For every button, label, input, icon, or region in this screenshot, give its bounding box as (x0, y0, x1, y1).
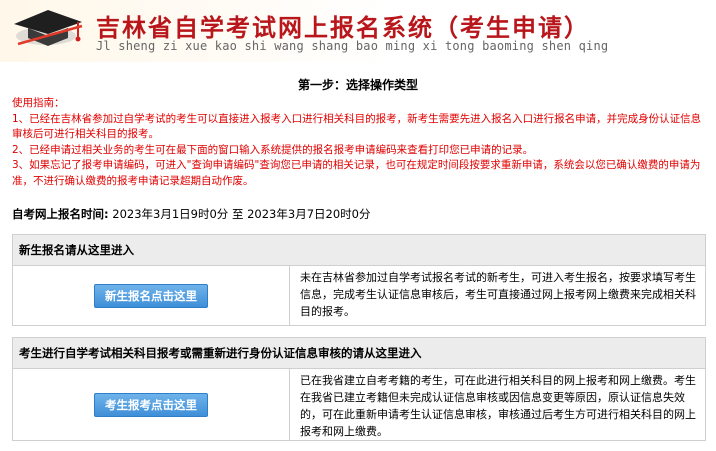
exam-apply-button-cell: 考生报考点击这里 (13, 369, 290, 441)
new-student-body: 新生报名点击这里 未在吉林省参加过自学考试报名考试的新考生，可进入考生报名，按要… (13, 266, 705, 326)
registration-time-value: 2023年3月1日9时0分 至 2023年3月7日20时0分 (108, 207, 371, 221)
new-student-section: 新生报名请从这里进入 新生报名点击这里 未在吉林省参加过自学考试报名考试的新考生… (12, 234, 706, 326)
guide-item: 3、如果忘记了报考申请编码，可进入"查询申请编码"查询您已申请的相关记录，也可在… (12, 159, 701, 187)
page-header: 吉林省自学考试网上报名系统（考生申请） Jl sheng zi xue kao … (0, 0, 716, 62)
graduation-cap-icon (14, 10, 83, 46)
step-title: 第一步：选择操作类型 (297, 78, 418, 92)
registration-time-label: 自考网上报名时间: (12, 207, 109, 221)
guide-item: 2、已经申请过相关业务的考生可在最下面的窗口输入系统提供的报名报考申请编码来查看… (12, 143, 534, 156)
exam-apply-body: 考生报考点击这里 已在我省建立自考考籍的考生，可在此进行相关科目的网上报考和网上… (13, 369, 705, 441)
usage-guide: 使用指南： 1、已经在吉林省参加过自学考试的考生可以直接进入报考入口进行相关科目… (12, 96, 706, 189)
system-subtitle: Jl sheng zi xue kao shi wang shang bao m… (96, 39, 609, 53)
exam-apply-header: 考生进行自学考试相关科目报考或需重新进行身份认证信息审核的请从这里进入 (13, 338, 705, 369)
new-student-button-cell: 新生报名点击这里 (13, 266, 290, 326)
new-student-description: 未在吉林省参加过自学考试报名考试的新考生，可进入考生报名，按要求填写考生信息，完… (300, 271, 696, 318)
guide-heading: 使用指南： (12, 97, 65, 109)
new-student-header: 新生报名请从这里进入 (13, 235, 705, 266)
registration-time: 自考网上报名时间: 2023年3月1日9时0分 至 2023年3月7日20时0分 (12, 206, 370, 222)
new-student-register-button[interactable]: 新生报名点击这里 (94, 284, 208, 308)
guide-item: 1、已经在吉林省参加过自学考试的考生可以直接进入报考入口进行相关科目的报考，新考… (12, 112, 702, 141)
exam-apply-button[interactable]: 考生报考点击这里 (94, 393, 208, 417)
exam-apply-description: 已在我省建立自考考籍的考生，可在此进行相关科目的网上报考和网上缴费。考生在我省已… (300, 374, 696, 438)
system-title: 吉林省自学考试网上报名系统（考生申请） (96, 13, 590, 42)
exam-apply-section: 考生进行自学考试相关科目报考或需重新进行身份认证信息审核的请从这里进入 考生报考… (12, 337, 706, 441)
